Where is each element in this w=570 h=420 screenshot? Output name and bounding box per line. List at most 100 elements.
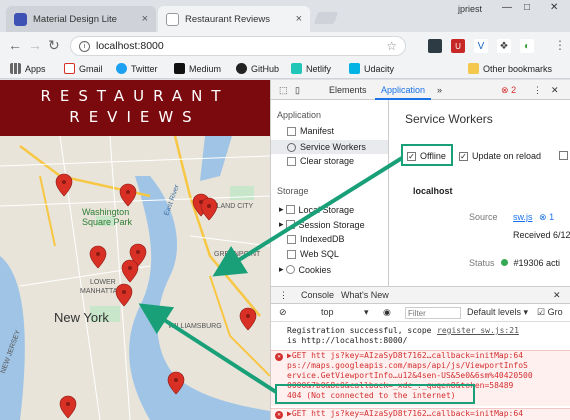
extension-icon[interactable]: ❖	[497, 39, 511, 53]
checkbox-icon	[559, 151, 568, 160]
device-toggle-icon[interactable]: ▯	[295, 85, 300, 96]
extension-icon[interactable]: ◐	[520, 39, 534, 53]
service-workers-title: Service Workers	[405, 112, 493, 126]
url-text: localhost:8000	[96, 40, 164, 52]
status-label: Status	[469, 258, 495, 268]
twitter-icon	[116, 63, 127, 74]
eye-icon[interactable]: ◉	[383, 307, 391, 318]
source-label: Source	[469, 212, 498, 222]
console-toolbar: ⊘ top ▾ ◉ Default levels ▾ ☑ Gro	[271, 304, 570, 322]
tab-close-icon[interactable]: ×	[142, 13, 148, 25]
bookmarks-bar: Apps Gmail Twitter Medium GitHub Netlify…	[0, 60, 570, 79]
drawer-close-icon[interactable]: ✕	[553, 290, 561, 301]
apps-grid-icon	[10, 63, 21, 74]
tab-whats-new[interactable]: What's New	[341, 290, 389, 300]
dropdown-arrow-icon: ▾	[364, 307, 369, 317]
error-icon: ⊗	[501, 85, 509, 95]
profile-name[interactable]: jpriest	[458, 4, 482, 14]
status-dot-icon	[501, 259, 508, 266]
bookmark-medium[interactable]: Medium	[174, 63, 221, 74]
error-icon: ✕	[275, 411, 283, 419]
sidebar-item-clear-storage[interactable]: Clear storage	[287, 156, 354, 166]
offline-highlight-box	[401, 144, 453, 166]
group-similar-checkbox[interactable]: ☑ Gro	[537, 307, 563, 318]
address-bar[interactable]: i localhost:8000 ☆	[70, 36, 406, 56]
sidebar-item-indexeddb[interactable]: IndexedDB	[287, 234, 345, 244]
grid-icon	[285, 220, 295, 229]
new-tab-button[interactable]	[313, 12, 339, 24]
extension-icon[interactable]: V	[474, 39, 488, 53]
tab-close-icon[interactable]: ×	[296, 13, 302, 25]
checkbox-checked-icon: ☑	[537, 307, 546, 317]
sidebar-item-service-workers[interactable]: Service Workers	[271, 140, 388, 154]
maximize-icon[interactable]: □	[524, 2, 530, 13]
reload-icon[interactable]: ↻	[48, 37, 60, 54]
sidebar-item-local-storage[interactable]: ▸ Local Storage	[279, 204, 354, 215]
sidebar-item-web-sql[interactable]: Web SQL	[287, 249, 339, 259]
map-label: LOWER	[90, 279, 116, 286]
bookmark-apps[interactable]: Apps	[10, 63, 46, 74]
back-icon[interactable]: ←	[8, 37, 22, 53]
sidebar-item-manifest[interactable]: Manifest	[287, 126, 334, 136]
gmail-icon	[64, 63, 75, 74]
close-window-icon[interactable]: ✕	[550, 2, 558, 13]
bookmark-netlify[interactable]: Netlify	[291, 63, 331, 74]
inspect-icon[interactable]: ⬚	[279, 85, 288, 96]
medium-icon	[174, 63, 185, 74]
devtools-close-icon[interactable]: ✕	[551, 85, 559, 96]
context-selector[interactable]: top ▾	[321, 307, 369, 318]
error-count-badge[interactable]: ⊗ 2	[501, 85, 516, 96]
console-filter-input[interactable]	[405, 307, 461, 319]
tab-console[interactable]: Console	[301, 290, 334, 300]
extension-icon[interactable]	[428, 39, 442, 53]
map-label: WILLIAMSBURG	[168, 323, 222, 330]
console-error-message[interactable]: ✕ ▶GET htt js?key=AIzaSyD8t7162…callback…	[271, 408, 570, 420]
more-tabs-icon[interactable]: »	[437, 85, 442, 95]
update-on-reload-checkbox[interactable]: ✓ Update on reload	[459, 151, 541, 161]
udacity-icon	[349, 63, 360, 74]
devtools-panel: ⬚ ▯ Elements Application » ⊗ 2 ⋮ ✕ Appli…	[270, 80, 570, 420]
restaurant-map[interactable]: Washington Square Park LOWER MANHATTAN N…	[0, 136, 270, 420]
log-levels-dropdown[interactable]: Default levels ▾	[467, 307, 528, 318]
received-timestamp: Received 6/12,	[513, 230, 570, 240]
map-label: GREENPOINT	[214, 251, 261, 258]
console-highlight-box	[275, 384, 475, 404]
bookmark-star-icon[interactable]: ☆	[386, 39, 397, 53]
drawer-menu-icon[interactable]: ⋮	[279, 290, 288, 301]
source-update-count[interactable]: ⊗ 1	[539, 212, 554, 223]
tab-application[interactable]: Application	[381, 85, 425, 95]
github-icon	[236, 63, 247, 74]
map-label: New York	[54, 310, 109, 325]
sidebar-item-session-storage[interactable]: ▸ Session Storage	[279, 219, 365, 230]
status-value: #19306 acti	[501, 258, 560, 268]
extension-icon[interactable]: U	[451, 39, 465, 53]
application-sidebar: Application Manifest Service Workers Cle…	[271, 100, 389, 290]
cookie-icon	[285, 265, 295, 274]
bookmark-twitter[interactable]: Twitter	[116, 63, 158, 74]
forward-icon[interactable]: →	[28, 37, 42, 53]
menu-icon[interactable]: ⋮	[554, 38, 566, 52]
tab-material-design-lite[interactable]: Material Design Lite ×	[6, 6, 156, 32]
bookmark-udacity[interactable]: Udacity	[349, 63, 394, 74]
bookmark-gmail[interactable]: Gmail	[64, 63, 103, 74]
info-icon[interactable]: i	[79, 40, 90, 52]
bypass-checkbox[interactable]	[559, 151, 570, 160]
console-drawer-tabs: ⋮ Console What's New ✕	[271, 286, 570, 304]
source-link[interactable]: sw.js	[513, 212, 533, 222]
sidebar-item-cookies[interactable]: ▸ Cookies	[279, 264, 331, 275]
bookmark-github[interactable]: GitHub	[236, 63, 279, 74]
clear-console-icon[interactable]: ⊘	[279, 307, 287, 318]
expand-arrow-icon: ▸	[279, 219, 284, 229]
minimize-icon[interactable]: —	[502, 2, 512, 13]
tab-elements[interactable]: Elements	[329, 85, 367, 95]
bookmark-other[interactable]: Other bookmarks	[468, 63, 552, 74]
source-link[interactable]: register_sw.js:21	[437, 326, 519, 336]
tab-restaurant-reviews[interactable]: Restaurant Reviews ×	[158, 6, 310, 32]
map-label: Square Park	[82, 217, 133, 227]
devtools-menu-icon[interactable]: ⋮	[533, 85, 542, 96]
page-favicon-icon	[166, 12, 179, 26]
map-label: Washington	[82, 207, 129, 217]
page-title-line1: RESTAURANT	[40, 87, 230, 105]
checkbox-checked-icon: ✓	[459, 151, 468, 161]
grid-icon	[285, 205, 295, 214]
